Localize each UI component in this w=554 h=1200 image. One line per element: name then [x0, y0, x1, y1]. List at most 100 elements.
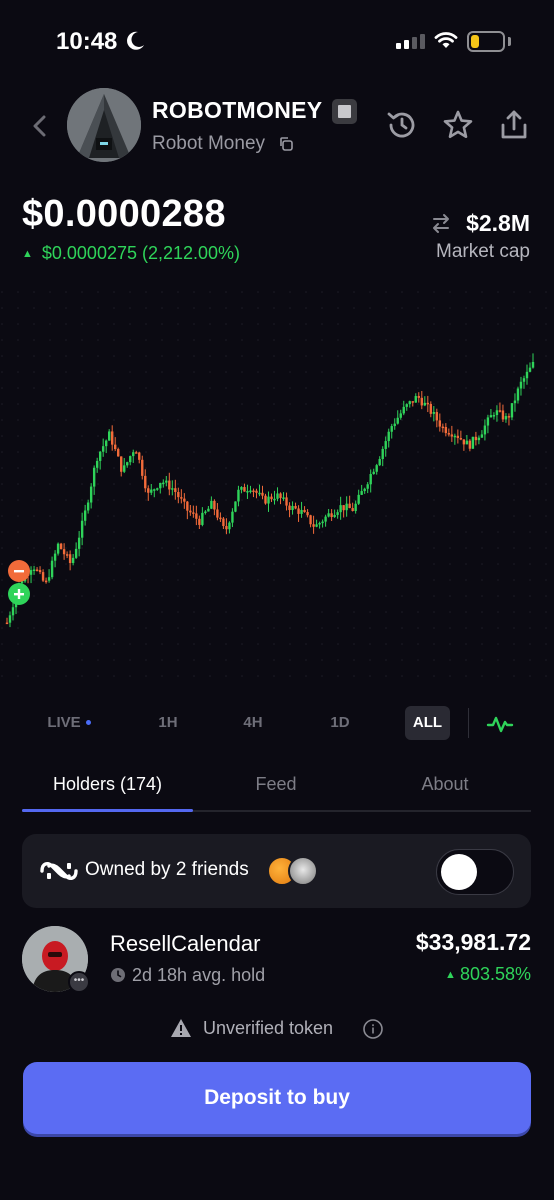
candle-body	[177, 491, 180, 498]
candle-body	[387, 431, 390, 442]
candle-body	[135, 452, 138, 454]
candle-body	[180, 497, 183, 499]
timeframe-all[interactable]: ALL	[405, 706, 450, 740]
candle-body	[153, 489, 156, 491]
candle-body	[372, 471, 375, 475]
candle-body	[252, 490, 255, 493]
candle-body	[156, 488, 159, 490]
candle-body	[489, 415, 493, 418]
candle-body	[369, 474, 372, 485]
tab-holders[interactable]: Holders (174)	[22, 770, 193, 810]
candle-body	[138, 452, 141, 460]
candle-body	[345, 503, 348, 511]
candle-body	[531, 361, 535, 368]
candle-body	[486, 417, 490, 426]
holder-name[interactable]: ResellCalendar	[110, 931, 260, 957]
candle-body	[50, 560, 54, 578]
candle-body	[38, 570, 42, 573]
candle-body	[32, 569, 36, 572]
candle-body	[378, 459, 381, 466]
candle-body	[483, 425, 487, 435]
candle-body	[231, 511, 234, 523]
candle-body	[423, 402, 426, 406]
candle-body	[237, 489, 240, 502]
star-icon[interactable]	[441, 108, 475, 142]
candle-body	[519, 381, 523, 389]
chat-badge-icon: •••	[68, 971, 90, 993]
candle-body	[222, 518, 225, 527]
holder-value: $33,981.72	[415, 929, 531, 955]
candle-body	[405, 404, 408, 407]
candle-body	[351, 508, 354, 511]
candle-body	[183, 498, 186, 502]
candle-body	[165, 480, 168, 483]
status-bar: 10:48	[0, 0, 554, 84]
price-chart[interactable]	[0, 290, 554, 690]
candle-body	[348, 503, 351, 509]
candle-body	[411, 401, 414, 403]
friends-logo-icon	[40, 862, 78, 880]
info-icon[interactable]	[362, 1018, 384, 1040]
candle-body	[65, 554, 69, 556]
token-avatar[interactable]	[67, 88, 141, 162]
candle-body	[456, 435, 460, 439]
candle-body	[522, 378, 526, 382]
token-subtitle: Robot Money	[152, 133, 266, 154]
candle-body	[56, 543, 60, 554]
candle-body	[420, 397, 423, 406]
candle-body	[408, 401, 411, 405]
candle-body	[11, 607, 15, 616]
timeframe-selector: LIVE 1H 4H 1D ALL	[0, 706, 554, 740]
history-icon[interactable]	[385, 108, 419, 142]
candle-body	[144, 475, 147, 489]
candle-body	[507, 416, 511, 418]
candle-body	[270, 496, 273, 500]
chart-type-pulse-icon[interactable]	[486, 714, 514, 734]
candle-body	[201, 512, 204, 525]
candle-body	[77, 537, 81, 549]
candle-body	[294, 505, 297, 509]
market-cap-label: Market cap	[436, 241, 530, 262]
tab-feed[interactable]: Feed	[193, 770, 359, 810]
candle-body	[71, 557, 75, 564]
candle-body	[381, 448, 384, 460]
friends-toggle[interactable]	[436, 849, 514, 895]
candle-body	[312, 524, 315, 527]
candle-body	[504, 416, 508, 420]
timeframe-1h[interactable]: 1H	[146, 706, 190, 740]
candle-body	[89, 486, 93, 503]
candle-body	[384, 441, 387, 449]
candle-body	[162, 482, 165, 485]
zoom-out-button[interactable]	[8, 560, 30, 582]
candle-body	[342, 505, 345, 511]
candle-body	[495, 410, 499, 416]
candle-body	[204, 511, 207, 514]
candle-body	[297, 508, 300, 514]
timeframe-4h[interactable]: 4H	[231, 706, 275, 740]
candle-body	[225, 526, 228, 530]
candle-body	[366, 484, 369, 489]
candle-body	[219, 517, 222, 520]
candle-body	[80, 520, 84, 538]
holder-avg-hold: 2d 18h avg. hold	[132, 965, 266, 985]
deposit-to-buy-button[interactable]: Deposit to buy	[23, 1062, 531, 1134]
candle-body	[5, 622, 9, 625]
zoom-in-button[interactable]	[8, 583, 30, 605]
candle-body	[111, 431, 114, 445]
candle-body	[120, 456, 123, 472]
back-chevron-icon[interactable]	[26, 110, 54, 142]
candle-body	[171, 488, 174, 490]
copy-icon[interactable]	[278, 136, 294, 152]
candle-body	[417, 396, 420, 398]
timeframe-live[interactable]: LIVE	[38, 706, 100, 740]
candle-body	[447, 433, 451, 435]
share-icon[interactable]	[497, 108, 531, 142]
candle-body	[255, 490, 258, 493]
candle-body	[474, 436, 478, 441]
timeframe-1d[interactable]: 1D	[318, 706, 362, 740]
tab-about[interactable]: About	[359, 770, 531, 810]
candle-body	[213, 500, 216, 510]
candle-body	[29, 570, 33, 575]
swap-arrows-icon[interactable]	[430, 212, 452, 234]
candle-body	[150, 489, 153, 493]
